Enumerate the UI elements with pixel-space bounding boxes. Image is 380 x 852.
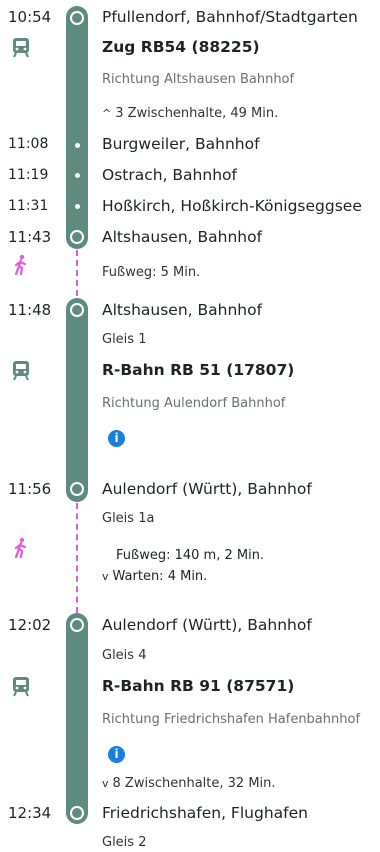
walk-path-line xyxy=(76,503,78,613)
route-bar-rb91 xyxy=(66,613,88,824)
route-bar-rb54 xyxy=(66,6,88,249)
train-name[interactable]: R-Bahn RB 91 (87571) xyxy=(102,677,294,695)
stop-marker xyxy=(70,806,84,820)
intermediate-stop-marker xyxy=(75,143,80,148)
departure-time: 12:02 xyxy=(8,616,52,634)
stop-marker xyxy=(70,303,84,317)
walk-distance: Fußweg: 140 m, 2 Min. xyxy=(116,548,265,563)
stop-time: 11:19 xyxy=(8,167,49,183)
intermediate-stop[interactable]: Ostrach, Bahnhof xyxy=(102,166,237,184)
platform-label: Gleis 1 xyxy=(102,332,147,347)
departure-stop[interactable]: Altshausen, Bahnhof xyxy=(102,301,262,319)
chevron-down-icon: v xyxy=(102,570,109,583)
platform-label: Gleis 2 xyxy=(102,835,147,850)
intermediate-stop[interactable]: Hoßkirch, Hoßkirch-Königseggsee xyxy=(102,197,362,215)
intermediate-stops-label: 3 Zwischenhalte, 49 Min. xyxy=(115,106,279,121)
intermediate-stops-label: 8 Zwischenhalte, 32 Min. xyxy=(112,776,276,791)
walk-icon xyxy=(14,537,27,559)
wait-duration: Warten: 4 Min. xyxy=(112,569,208,584)
info-icon[interactable]: i xyxy=(108,430,125,447)
stop-marker xyxy=(70,11,84,25)
intermediate-stop[interactable]: Burgweiler, Bahnhof xyxy=(102,135,260,153)
arrival-stop[interactable]: Aulendorf (Württ), Bahnhof xyxy=(102,480,312,498)
platform-label: Gleis 1a xyxy=(102,511,155,526)
train-direction: Richtung Altshausen Bahnhof xyxy=(102,72,295,87)
walk-duration: Fußweg: 5 Min. xyxy=(102,265,201,280)
stop-marker xyxy=(70,230,84,244)
train-direction: Richtung Aulendorf Bahnhof xyxy=(102,396,286,411)
train-direction: Richtung Friedrichshafen Hafenbahnhof xyxy=(102,712,361,727)
chevron-up-icon: ^ xyxy=(102,107,112,120)
departure-time: 10:54 xyxy=(8,8,52,26)
intermediate-stop-marker xyxy=(75,204,80,209)
intermediate-stops-toggle[interactable]: v8 Zwischenhalte, 32 Min. xyxy=(102,776,276,791)
info-icon[interactable]: i xyxy=(108,746,125,763)
intermediate-stops-toggle[interactable]: ^ 3 Zwischenhalte, 49 Min. xyxy=(102,106,278,121)
stop-marker xyxy=(70,618,84,632)
intermediate-stop-marker xyxy=(75,173,80,178)
arrival-time: 11:56 xyxy=(8,480,52,498)
train-icon xyxy=(13,38,29,58)
chevron-down-icon: v xyxy=(102,777,109,790)
arrival-time: 12:34 xyxy=(8,804,52,822)
train-name[interactable]: R-Bahn RB 51 (17807) xyxy=(102,361,294,379)
arrival-stop[interactable]: Altshausen, Bahnhof xyxy=(102,228,262,246)
departure-stop[interactable]: Aulendorf (Württ), Bahnhof xyxy=(102,616,312,634)
walk-path-line xyxy=(76,250,78,296)
walk-wait-row: v Warten: 4 Min. xyxy=(102,569,264,584)
departure-stop[interactable]: Pfullendorf, Bahnhof/Stadtgarten xyxy=(102,8,358,26)
departure-time: 11:48 xyxy=(8,301,52,319)
stop-marker xyxy=(70,482,84,496)
train-name[interactable]: Zug RB54 (88225) xyxy=(102,38,260,56)
train-icon xyxy=(13,361,29,381)
platform-label: Gleis 4 xyxy=(102,648,147,663)
train-icon xyxy=(13,677,29,697)
arrival-time: 11:43 xyxy=(8,228,52,246)
route-bar-rb51 xyxy=(66,298,88,502)
stop-time: 11:31 xyxy=(8,198,49,214)
stop-time: 11:08 xyxy=(8,136,49,152)
arrival-stop[interactable]: Friedrichshafen, Flughafen xyxy=(102,804,308,822)
walk-icon xyxy=(14,254,27,276)
walk-details-toggle[interactable]: Fußweg: 140 m, 2 Min. v Warten: 4 Min. xyxy=(102,548,264,584)
